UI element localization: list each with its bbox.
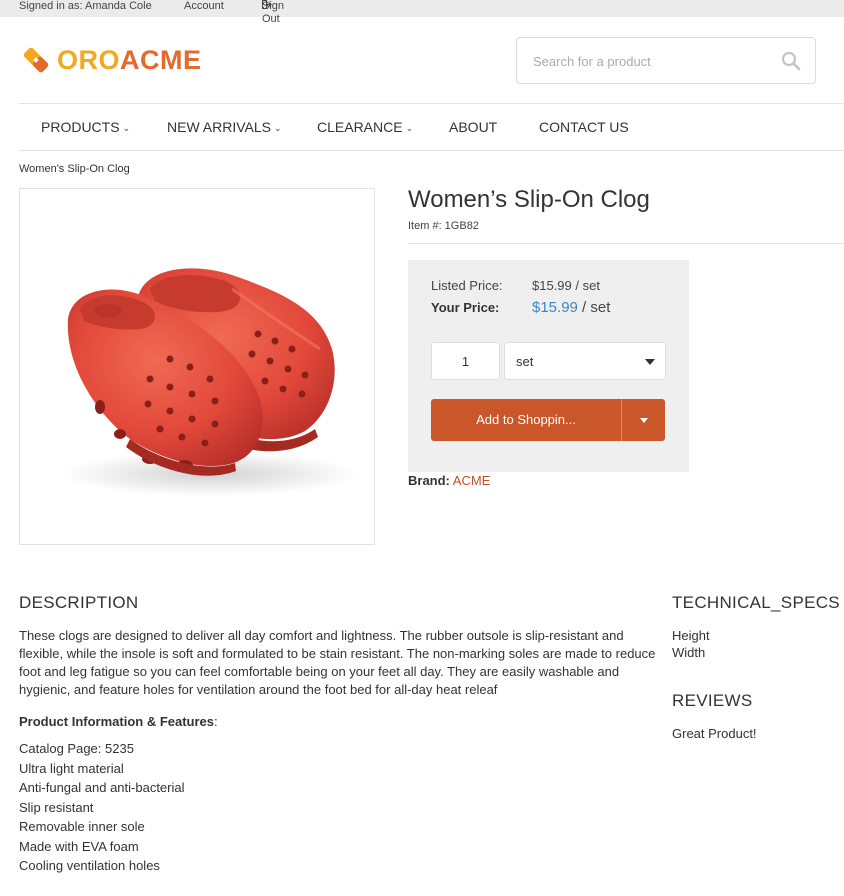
list-item: Cooling ventilation holes: [19, 858, 160, 873]
features-list: Catalog Page: 5235 Ultra light material …: [19, 739, 185, 876]
listed-price-label: Listed Price:: [431, 278, 503, 293]
nav-item-label: PRODUCTS: [41, 119, 120, 135]
features-heading-text: Product Information & Features: [19, 714, 215, 729]
brand: Brand: ACME: [408, 473, 490, 489]
nav-item-contact-us[interactable]: CONTACT US: [539, 104, 629, 150]
chevron-down-icon: ⌄: [405, 122, 414, 133]
nav-item-label: NEW ARRIVALS: [167, 119, 271, 135]
breadcrumb: Women's Slip-On Clog: [19, 163, 130, 175]
price-box: Listed Price: $15.99 / set Your Price: $…: [408, 260, 689, 472]
list-item: Anti-fungal and anti-bacterial: [19, 780, 185, 795]
search-box: [516, 37, 816, 84]
logo-wordmark: OROACME: [57, 43, 202, 77]
list-item: Width: [672, 645, 706, 660]
brand-label: Brand:: [408, 473, 450, 488]
divider: [408, 243, 844, 244]
nav-item-label: ABOUT: [449, 119, 498, 135]
your-price-amount: $15.99: [532, 299, 578, 316]
your-price-unit: / set: [577, 299, 611, 316]
list-item: Made with EVA foam: [19, 838, 139, 854]
unit-select-value: set: [516, 354, 534, 369]
description-heading: DESCRIPTION: [19, 593, 139, 612]
your-price-value: $15.99 / set: [532, 299, 610, 317]
product-image[interactable]: [19, 188, 375, 545]
unit-select[interactable]: set: [504, 342, 666, 380]
chevron-down-icon: ⌄: [122, 122, 131, 133]
sign-out-label: Sign Out: [262, 0, 285, 25]
top-bar: Signed in as: Amanda Cole Account Sign O…: [0, 0, 844, 25]
logo-mark-icon: [23, 47, 49, 73]
clog-shoes-image: [60, 268, 360, 496]
product-title: Women’s Slip-On Clog: [408, 186, 650, 213]
list-item: Catalog Page: 5235: [19, 741, 134, 756]
nav-item-new-arrivals[interactable]: NEW ARRIVALS ⌄: [167, 104, 282, 150]
sign-out-link[interactable]: Sign Out: [262, 0, 284, 25]
nav-item-clearance[interactable]: CLEARANCE ⌄: [317, 104, 413, 150]
list-item: Height: [672, 628, 710, 643]
nav-item-products[interactable]: PRODUCTS ⌄: [41, 104, 130, 150]
account-link[interactable]: Account: [184, 0, 224, 13]
list-item: Removable inner sole: [19, 819, 145, 834]
add-to-shopping-list-button[interactable]: Add to Shoppin...: [431, 399, 621, 441]
brand-link[interactable]: ACME: [453, 473, 491, 488]
site-logo[interactable]: OROACME: [19, 43, 202, 77]
listed-price-value: $15.99 / set: [532, 278, 600, 293]
search-input[interactable]: [533, 51, 763, 71]
features-heading-colon: :: [214, 714, 218, 729]
list-item: Slip resistant: [19, 799, 94, 815]
technical-specs-list: Height Width: [672, 627, 710, 661]
quantity-input[interactable]: [431, 342, 500, 380]
review-text: Great Product!: [672, 726, 757, 741]
logo-text-oro: ORO: [57, 45, 121, 75]
search-icon[interactable]: [781, 51, 801, 71]
reviews-heading: REVIEWS: [672, 691, 753, 710]
technical-specs-heading: TECHNICAL_SPECS: [672, 593, 840, 612]
logo-text-acme: ACME: [120, 45, 202, 75]
signed-in-text: Signed in as: Amanda Cole: [19, 0, 152, 12]
add-options-dropdown-button[interactable]: [621, 399, 665, 441]
nav-item-about[interactable]: ABOUT: [449, 104, 497, 150]
features-heading: Product Information & Features:: [19, 713, 218, 731]
description-text: These clogs are designed to deliver all …: [19, 628, 656, 697]
caret-down-icon: [645, 359, 655, 365]
nav-item-label: CLEARANCE: [317, 119, 403, 135]
caret-down-icon: [640, 418, 648, 423]
list-item: Ultra light material: [19, 760, 124, 776]
item-number: Item #: 1GB82: [408, 220, 479, 232]
chevron-down-icon: ⌄: [274, 122, 282, 133]
your-price-label: Your Price:: [431, 300, 500, 315]
main-nav: PRODUCTS ⌄ NEW ARRIVALS ⌄ CLEARANCE ⌄ AB…: [19, 103, 844, 151]
nav-item-label: CONTACT US: [539, 119, 629, 135]
